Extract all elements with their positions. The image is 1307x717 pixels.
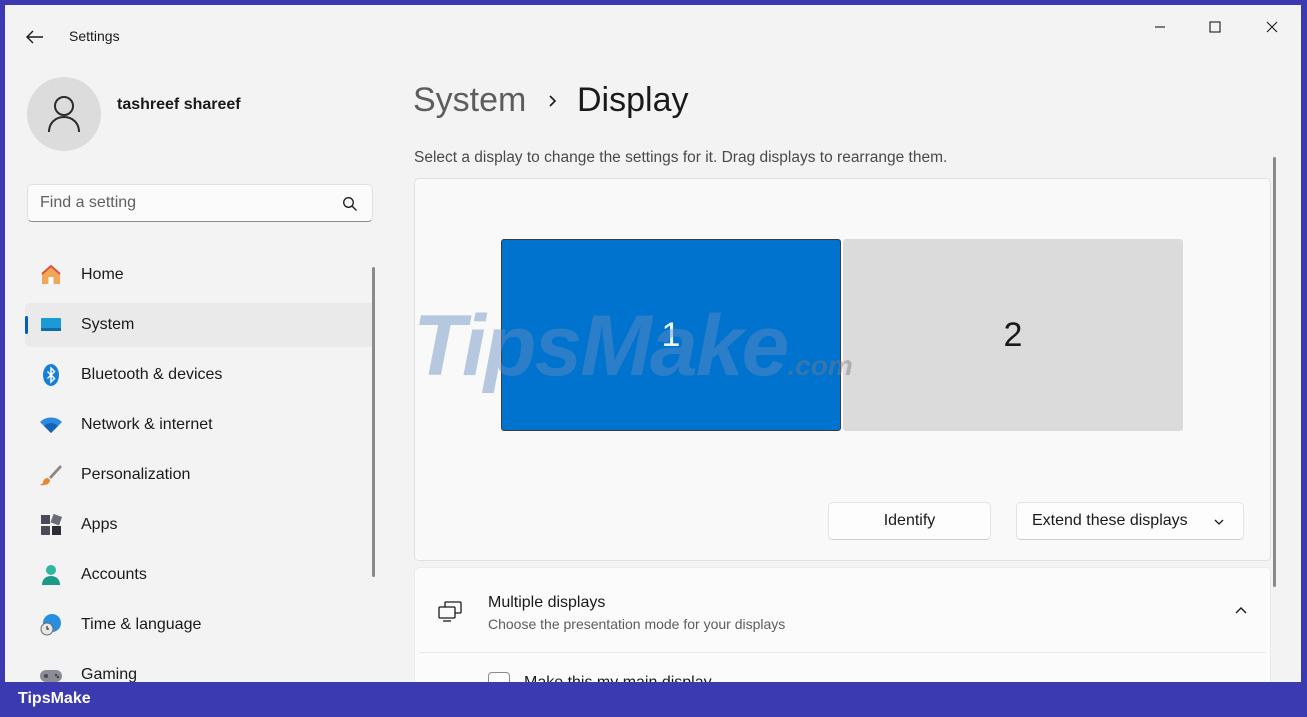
monitor-number: 2: [1003, 315, 1023, 354]
section-description: Choose the presentation mode for your di…: [488, 616, 786, 632]
settings-window: Settings tashreef shareef Home System Bl…: [5, 5, 1301, 682]
monitor-number: 1: [661, 315, 681, 354]
footer-bar: TipsMake: [0, 682, 1307, 717]
sidebar-item-accounts[interactable]: Accounts: [25, 553, 375, 597]
sidebar-item-label: Network & internet: [81, 416, 213, 433]
main-scrollbar[interactable]: [1273, 157, 1276, 587]
sidebar-item-apps[interactable]: Apps: [25, 503, 375, 547]
page-title: Display: [577, 81, 689, 119]
sidebar-item-bluetooth[interactable]: Bluetooth & devices: [25, 353, 375, 397]
sidebar-item-network[interactable]: Network & internet: [25, 403, 375, 447]
multiple-displays-icon: [438, 601, 462, 622]
back-button[interactable]: [21, 23, 49, 51]
monitor-1[interactable]: 1: [501, 239, 841, 431]
chevron-down-icon: [1214, 519, 1224, 525]
sidebar-item-time-language[interactable]: Time & language: [25, 603, 375, 647]
display-mode-value: Extend these displays: [1032, 512, 1188, 529]
brush-icon: [40, 465, 62, 486]
search-icon[interactable]: [342, 196, 358, 212]
sidebar-item-label: Gaming: [81, 666, 138, 682]
identify-button[interactable]: Identify: [828, 502, 991, 540]
breadcrumb-parent[interactable]: System: [413, 81, 526, 120]
sidebar-item-gaming[interactable]: Gaming: [25, 653, 375, 682]
sidebar-scrollbar[interactable]: [372, 267, 375, 577]
sidebar-item-label: System: [81, 316, 135, 333]
sidebar-item-home[interactable]: Home: [25, 253, 375, 297]
minimize-icon: [1155, 26, 1165, 28]
sidebar-item-label: Accounts: [81, 566, 147, 583]
apps-icon: [41, 513, 63, 535]
chevron-up-icon[interactable]: [1234, 604, 1248, 616]
gaming-icon: [40, 670, 62, 682]
title-bar: Settings: [5, 5, 1301, 67]
sidebar-item-label: Time & language: [81, 616, 202, 633]
sidebar-item-label: Personalization: [81, 466, 191, 483]
time-language-icon: [40, 614, 61, 636]
accounts-icon: [42, 565, 60, 585]
display-mode-dropdown[interactable]: Extend these displays: [1016, 502, 1244, 540]
wifi-icon: [40, 417, 62, 433]
sidebar-item-system[interactable]: System: [25, 303, 375, 347]
footer-brand: TipsMake: [18, 690, 91, 707]
page-subtitle: Select a display to change the settings …: [414, 149, 948, 166]
main-display-checkbox[interactable]: [488, 672, 510, 682]
multiple-displays-header[interactable]: Multiple displays Choose the presentatio…: [415, 568, 1270, 652]
system-icon: [41, 318, 61, 331]
maximize-icon: [1209, 21, 1221, 33]
display-arrangement-panel: 1 2 Identify Extend these displays: [414, 178, 1271, 561]
user-name: tashreef shareef: [117, 96, 241, 113]
back-arrow-icon: [26, 30, 43, 44]
multiple-displays-section: Multiple displays Choose the presentatio…: [414, 567, 1271, 682]
bluetooth-icon: [43, 364, 59, 386]
sidebar-item-label: Bluetooth & devices: [81, 366, 223, 383]
app-title: Settings: [69, 28, 120, 44]
monitor-2[interactable]: 2: [843, 239, 1183, 431]
minimize-button[interactable]: [1137, 13, 1183, 41]
close-icon: [1266, 21, 1278, 33]
home-icon: [41, 264, 61, 284]
avatar[interactable]: [27, 77, 101, 151]
chevron-right-icon: [549, 95, 557, 107]
search-box[interactable]: [27, 184, 373, 222]
sidebar-item-label: Apps: [81, 516, 118, 533]
maximize-button[interactable]: [1192, 13, 1238, 41]
user-icon: [48, 96, 80, 133]
main-display-label: Make this my main display: [524, 674, 712, 682]
search-input[interactable]: [40, 193, 330, 213]
section-title: Multiple displays: [488, 594, 606, 611]
sidebar-item-personalization[interactable]: Personalization: [25, 453, 375, 497]
divider: [419, 652, 1266, 653]
close-button[interactable]: [1249, 13, 1295, 41]
sidebar-nav: Home System Bluetooth & devices Network …: [25, 253, 375, 682]
sidebar-item-label: Home: [81, 266, 124, 283]
